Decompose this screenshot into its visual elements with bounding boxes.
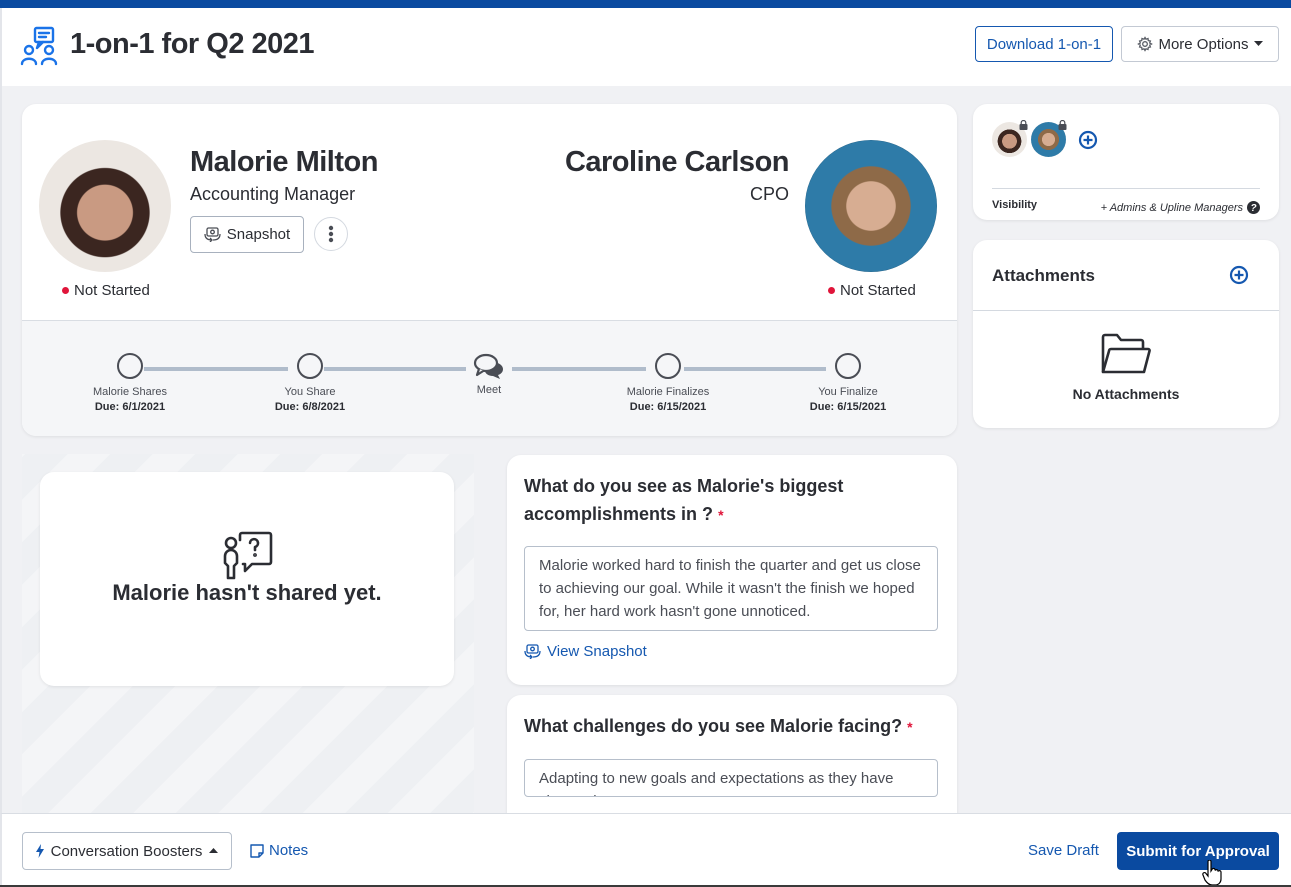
attachments-title: Attachments xyxy=(992,266,1095,285)
kebab-menu-icon xyxy=(328,225,334,243)
snapshot-button[interactable]: Snapshot xyxy=(190,216,304,253)
more-options-label: More Options xyxy=(1158,35,1249,53)
conversation-boosters-label: Conversation Boosters xyxy=(50,842,203,860)
manager-avatar xyxy=(805,140,937,272)
divider xyxy=(992,188,1260,189)
question-card: What do you see as Malorie's biggest acc… xyxy=(507,455,957,685)
timeline-step-label: Malorie Shares xyxy=(93,386,167,398)
top-accent-bar xyxy=(0,0,1291,8)
add-viewer-button[interactable] xyxy=(1078,130,1098,150)
main-content: Malorie Milton Accounting Manager Snapsh… xyxy=(0,86,1291,813)
conversation-boosters-button[interactable]: Conversation Boosters xyxy=(22,832,232,870)
manager-status: Not Started xyxy=(828,282,916,299)
manager-status-text: Not Started xyxy=(840,282,916,299)
timeline-step: You Share Due: 6/8/2021 xyxy=(230,353,390,413)
download-button-label: Download 1-on-1 xyxy=(986,35,1102,53)
visibility-value-text: + Admins & Upline Managers xyxy=(1100,201,1243,214)
not-shared-card: Malorie hasn't shared yet. xyxy=(40,472,454,686)
note-icon xyxy=(250,843,264,858)
visibility-label: Visibility xyxy=(992,199,1038,211)
visibility-value: + Admins & Upline Managers ? xyxy=(1101,201,1260,214)
employee-role: Accounting Manager xyxy=(190,184,356,204)
help-icon[interactable]: ? xyxy=(1247,201,1260,214)
question-text: What do you see as Malorie's biggest acc… xyxy=(524,476,844,524)
page-title: 1-on-1 for Q2 2021 xyxy=(70,28,315,60)
circle-icon xyxy=(835,353,861,379)
circle-icon xyxy=(297,353,323,379)
timeline-step-due: Due: 6/8/2021 xyxy=(274,401,346,413)
chat-bubbles-icon xyxy=(473,353,503,379)
circle-icon xyxy=(117,353,143,379)
answer-textarea[interactable]: Adapting to new goals and expectations a… xyxy=(524,759,938,797)
notes-link[interactable]: Notes xyxy=(250,842,308,859)
caret-up-icon xyxy=(209,848,219,853)
progress-timeline: Malorie Shares Due: 6/1/2021 You Share D… xyxy=(22,320,957,436)
participants-card: Malorie Milton Accounting Manager Snapsh… xyxy=(22,104,957,436)
timeline-step: Malorie Shares Due: 6/1/2021 xyxy=(50,353,210,413)
question-title: What do you see as Malorie's biggest acc… xyxy=(524,472,934,529)
hand-pointer-cursor-icon xyxy=(1202,860,1222,886)
timeline-step: You Finalize Due: 6/15/2021 xyxy=(768,353,928,413)
add-attachment-button[interactable] xyxy=(1229,265,1249,285)
gear-icon xyxy=(1137,36,1154,52)
snapshot-label: Snapshot xyxy=(226,226,291,243)
answer-textarea[interactable]: Malorie worked hard to finish the quarte… xyxy=(524,546,938,631)
employee-status: Not Started xyxy=(62,282,150,299)
timeline-step-due: Due: 6/15/2021 xyxy=(629,401,707,413)
status-dot-icon xyxy=(828,287,835,294)
snapshot-icon xyxy=(524,644,541,659)
divider xyxy=(973,310,1279,311)
submit-for-approval-button[interactable]: Submit for Approval xyxy=(1117,832,1279,870)
view-snapshot-link[interactable]: View Snapshot xyxy=(524,643,647,660)
required-marker: * xyxy=(718,507,724,523)
timeline-step-label: You Share xyxy=(284,386,336,398)
footer-bar: Conversation Boosters Notes Save Draft S… xyxy=(0,813,1291,887)
employee-name: Malorie Milton xyxy=(190,146,378,178)
caret-down-icon xyxy=(1253,41,1263,46)
timeline-step-label: Meet xyxy=(476,384,502,396)
attachments-card: Attachments No Attachments xyxy=(973,240,1279,428)
submit-label: Submit for Approval xyxy=(1126,842,1270,860)
timeline-step-due: Due: 6/15/2021 xyxy=(809,401,887,413)
person-question-icon xyxy=(223,531,273,580)
circle-icon xyxy=(655,353,681,379)
svg-text:?: ? xyxy=(1250,203,1256,214)
question-card: What challenges do you see Malorie facin… xyxy=(507,695,957,813)
one-on-one-chat-icon xyxy=(20,26,58,66)
visibility-card: Visibility + Admins & Upline Managers ? xyxy=(973,104,1279,220)
employee-avatar xyxy=(39,140,171,272)
manager-name: Caroline Carlson xyxy=(564,146,790,178)
lock-icon xyxy=(1019,120,1028,130)
download-button[interactable]: Download 1-on-1 xyxy=(975,26,1113,62)
page-header: 1-on-1 for Q2 2021 Download 1-on-1 More … xyxy=(0,8,1291,86)
more-options-button[interactable]: More Options xyxy=(1121,26,1279,62)
open-folder-icon xyxy=(1101,333,1151,374)
notes-label: Notes xyxy=(269,842,309,859)
timeline-step: Meet xyxy=(409,353,569,396)
lightning-icon xyxy=(35,844,44,858)
view-snapshot-label: View Snapshot xyxy=(547,643,647,660)
required-marker: * xyxy=(907,719,913,735)
timeline-step-label: Malorie Finalizes xyxy=(626,386,710,398)
question-title: What challenges do you see Malorie facin… xyxy=(524,712,934,741)
no-attachments-text: No Attachments xyxy=(1072,386,1180,402)
timeline-step-label: You Finalize xyxy=(818,386,878,398)
lock-icon xyxy=(1058,120,1067,130)
question-text: What challenges do you see Malorie facin… xyxy=(524,716,903,736)
manager-role: CPO xyxy=(749,184,789,204)
snapshot-icon xyxy=(204,227,221,242)
employee-status-text: Not Started xyxy=(74,282,150,299)
more-actions-button[interactable] xyxy=(314,217,348,251)
save-draft-button[interactable]: Save Draft xyxy=(1028,842,1099,859)
not-shared-message: Malorie hasn't shared yet. xyxy=(112,580,382,605)
timeline-step-due: Due: 6/1/2021 xyxy=(94,401,166,413)
timeline-step: Malorie Finalizes Due: 6/15/2021 xyxy=(588,353,748,413)
status-dot-icon xyxy=(62,287,69,294)
